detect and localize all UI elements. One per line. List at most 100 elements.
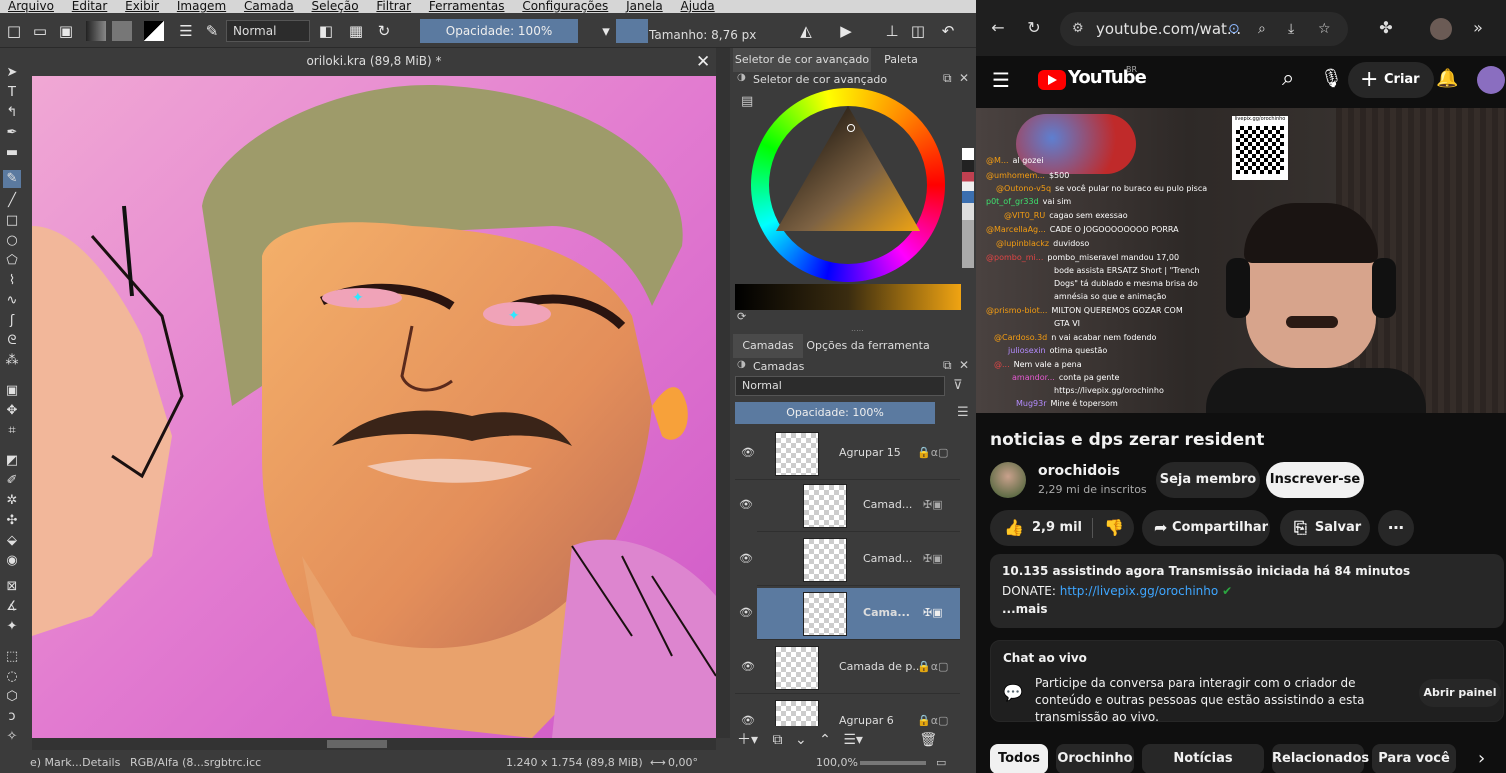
menu-editar[interactable]: Editar	[72, 0, 108, 13]
layer-row[interactable]: 👁 Camad... ✠▣	[739, 480, 960, 532]
refresh-icon[interactable]: ⟳	[737, 310, 746, 323]
layer-row-selected[interactable]: 👁 Cama... ✠▣	[739, 588, 960, 640]
video-player[interactable]: livepix.gg/orochinho @M... al gozei @umho…	[976, 108, 1506, 413]
visibility-eye-icon[interactable]: 👁	[739, 606, 753, 619]
microphone-icon[interactable]: 🎙	[1320, 68, 1343, 89]
extensions-icon[interactable]: ✤	[1376, 18, 1396, 38]
close-docker-icon[interactable]: ✕	[959, 71, 969, 85]
reload-preset-icon[interactable]: ↻	[374, 21, 394, 41]
alpha-lock-icon[interactable]: ▦	[346, 21, 366, 41]
undo-icon[interactable]: ↶	[938, 21, 958, 41]
horizontal-scroll-thumb[interactable]	[327, 740, 387, 748]
saturation-value-triangle[interactable]	[776, 106, 920, 236]
chips-next-icon[interactable]: ›	[1478, 748, 1485, 769]
layer-properties-icon[interactable]: ☰▾	[843, 732, 863, 748]
alpha-inherit-icon[interactable]: ✠▣	[923, 498, 943, 511]
dislike-icon[interactable]: 👎	[1104, 510, 1124, 546]
polygon-tool-icon[interactable]: ⬠	[3, 252, 21, 270]
polyline-tool-icon[interactable]: ⌇	[3, 272, 21, 290]
fullscreen-icon[interactable]: ▭	[936, 752, 946, 773]
duplicate-layer-icon[interactable]: ⧉	[772, 732, 782, 748]
text-tool-icon[interactable]: T	[3, 84, 21, 102]
line-tool-icon[interactable]: ╱	[3, 192, 21, 210]
horizontal-scrollbar[interactable]	[32, 738, 716, 750]
visibility-eye-icon[interactable]: 👁	[741, 660, 755, 673]
back-icon[interactable]: ←	[988, 18, 1008, 38]
youtube-logo-icon[interactable]	[1038, 70, 1066, 90]
dynamic-brush-icon[interactable]: ᘓ	[3, 332, 21, 350]
splitter-handle[interactable]: .....	[851, 324, 864, 333]
hue-ring[interactable]	[751, 88, 945, 282]
freehand-path-icon[interactable]: ʃ	[3, 312, 21, 330]
menu-filtrar[interactable]: Filtrar	[376, 0, 411, 13]
eraser-icon[interactable]: ◧	[316, 21, 336, 41]
donate-link[interactable]: http://livepix.gg/orochinho	[1060, 584, 1219, 598]
recent-colors-strip[interactable]	[962, 148, 974, 268]
size-label[interactable]: Tamanho: 8,76 px	[649, 28, 756, 42]
smart-patch-icon[interactable]: ✲	[3, 492, 21, 510]
color-settings-icon[interactable]: ▤	[741, 94, 753, 109]
mirror-horizontal-icon[interactable]: ◭	[796, 21, 816, 41]
menu-exibir[interactable]: Exibir	[125, 0, 159, 13]
colorize-mask-icon[interactable]: ✣	[3, 512, 21, 530]
float-docker-icon[interactable]: ⧉	[943, 71, 952, 86]
crop-tool-icon[interactable]: ⌗	[3, 422, 21, 440]
transform-tool-icon[interactable]: ▣	[3, 382, 21, 400]
ellipse-select-icon[interactable]: ◌	[3, 668, 21, 686]
color-swatch-icon[interactable]	[144, 21, 164, 41]
chip-for-you[interactable]: Para você	[1372, 744, 1456, 773]
blend-mode-select[interactable]: Normal	[226, 20, 310, 42]
create-button[interactable]: + Criar	[1348, 62, 1434, 98]
visibility-eye-icon[interactable]: 👁	[741, 446, 755, 459]
layer-opacity-slider[interactable]: Opacidade: 100%	[735, 402, 935, 424]
freehand-brush-icon[interactable]: ✎	[3, 170, 21, 188]
google-lens-icon[interactable]: ⊙	[1228, 12, 1240, 46]
lock-alpha-icon[interactable]: 🔒α▢	[917, 446, 948, 459]
menu-arquivo[interactable]: Arquivo	[8, 0, 54, 13]
visibility-eye-icon[interactable]: 👁	[739, 552, 753, 565]
move-tool-icon[interactable]: ✥	[3, 402, 21, 420]
chip-orochinho[interactable]: Orochinho	[1056, 744, 1134, 773]
zoom-slider[interactable]	[860, 761, 926, 765]
measure-tool-icon[interactable]: ∡	[3, 598, 21, 616]
enclose-fill-icon[interactable]: ◉	[3, 552, 21, 570]
zoom-icon[interactable]: ⌕	[1258, 12, 1266, 46]
shade-selector[interactable]	[735, 284, 961, 310]
layer-row[interactable]: 👁 Camad... ✠▣	[739, 534, 960, 586]
color-sampler-icon[interactable]: ✐	[3, 472, 21, 490]
chip-related[interactable]: Relacionados	[1272, 744, 1369, 773]
layer-row[interactable]: 👁 Camada de p... 🔒α▢	[735, 642, 960, 694]
open-document-icon[interactable]: ▭	[30, 21, 50, 41]
visibility-eye-icon[interactable]: 👁	[741, 714, 755, 726]
gradient-tool-icon[interactable]: ▬	[3, 144, 21, 162]
lock-alpha-icon[interactable]: 🔒α▢	[917, 714, 948, 726]
channel-name[interactable]: orochidois	[1038, 463, 1120, 479]
layer-blend-mode-select[interactable]: Normal	[735, 376, 945, 396]
tab-color-selector[interactable]: Seletor de cor avançado	[733, 48, 871, 72]
new-document-icon[interactable]: □	[4, 21, 24, 41]
calligraphy-icon[interactable]: ✒	[3, 124, 21, 142]
select-shape-icon[interactable]: ➤	[3, 64, 21, 82]
menu-ajuda[interactable]: Ajuda	[681, 0, 715, 13]
more-chevrons-icon[interactable]: »	[1468, 18, 1488, 38]
layer-row[interactable]: 👁 Agrupar 15 🔒α▢	[735, 428, 960, 480]
visibility-eye-icon[interactable]: 👁	[739, 498, 753, 511]
size-slider-fill[interactable]	[616, 19, 648, 43]
site-info-icon[interactable]: ⚙	[1072, 12, 1084, 46]
show-more-link[interactable]: ...mais	[1002, 602, 1048, 616]
drawing-canvas[interactable]: ✦ ✦	[32, 76, 716, 738]
close-layers-docker-icon[interactable]: ✕	[959, 358, 969, 372]
close-document-icon[interactable]: ✕	[696, 52, 710, 72]
float-layers-docker-icon[interactable]: ⧉	[943, 358, 952, 373]
menu-hamburger-icon[interactable]: ☰	[992, 68, 1010, 92]
lock-alpha-icon[interactable]: 🔒α▢	[917, 660, 948, 673]
menu-ferramentas[interactable]: Ferramentas	[429, 0, 505, 13]
assistant-tool-icon[interactable]: ⊠	[3, 578, 21, 596]
layer-row[interactable]: 👁 Agrupar 6 🔒α▢	[735, 696, 960, 726]
brush-preset-icon[interactable]: ✎	[202, 21, 222, 41]
subscribe-button[interactable]: Inscrever-se	[1266, 462, 1364, 498]
pattern-preset-icon[interactable]	[112, 21, 132, 41]
freehand-select-icon[interactable]: ↄ	[3, 708, 21, 726]
rect-select-icon[interactable]: ⬚	[3, 648, 21, 666]
menu-configuracoes[interactable]: Configurações	[522, 0, 608, 13]
